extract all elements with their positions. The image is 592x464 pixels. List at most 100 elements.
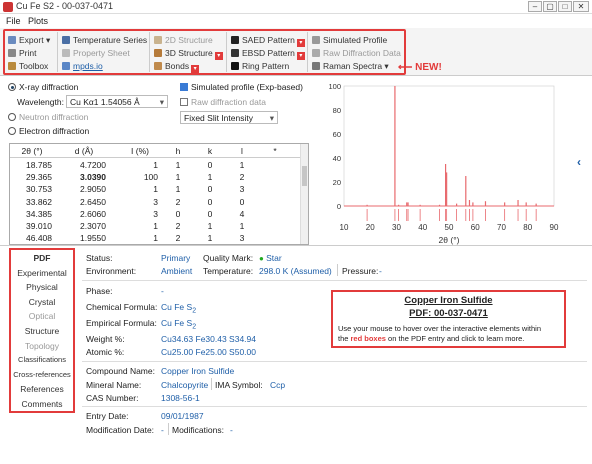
arrow-left-icon: ⟵ [398,62,416,73]
nav-item-optical[interactable]: Optical [11,311,73,321]
menu-file[interactable]: File [6,16,21,26]
chemical-formula-value[interactable]: Cu Fe S2 [161,302,196,315]
table-row[interactable]: 46.408 1.9550 1 2 1 3 [10,232,300,244]
table-scrollbar[interactable] [300,144,308,244]
mineral-name-value[interactable]: Chalcopyrite [161,380,208,390]
neutron-radio[interactable]: Neutron diffraction [8,112,88,122]
empirical-formula-value[interactable]: Cu Fe S2 [161,318,196,331]
nav-item-physical[interactable]: Physical [11,282,73,292]
wavelength-select[interactable]: Cu Kα1 1.54056 Å [66,95,168,108]
phase-label: Phase: [86,286,113,296]
mpds-link[interactable]: mpds.io [62,61,103,72]
column-header[interactable]: h [166,146,190,156]
electron-radio[interactable]: Electron diffraction [8,126,89,136]
nav-item-pdf[interactable]: PDF [11,253,73,263]
column-header[interactable]: l [230,146,254,156]
pressure-value[interactable]: - [379,266,382,276]
table-row[interactable]: 34.385 2.6060 3 0 0 4 [10,208,300,220]
app-icon [3,2,13,12]
nav-item-crystal[interactable]: Crystal [11,297,73,307]
callout-pdf-number: PDF: 00-037-0471 [409,308,488,319]
simulated-profile-checkbox[interactable]: Simulated profile (Exp-based) [180,82,303,92]
maximize-button[interactable]: □ [558,1,572,12]
bonds-button[interactable]: Bonds ▾ [154,61,200,73]
minimize-button[interactable]: – [528,1,542,12]
nav-item-comments[interactable]: Comments [11,399,73,409]
modifications-value[interactable]: - [230,425,233,435]
close-button[interactable]: ✕ [573,1,589,12]
wavelength-label: Wavelength: [17,97,64,107]
table-row[interactable]: 39.010 2.3070 1 2 1 1 [10,220,300,232]
table-cell: 100 [143,172,158,183]
property-sheet-button[interactable]: Property Sheet [62,48,130,59]
saed-icon [231,36,239,44]
menu-plots[interactable]: Plots [28,16,48,26]
temperature-icon [62,36,70,44]
toolbox-button[interactable]: Toolbox [8,61,48,72]
new-badge: ⟵ NEW! [398,62,442,73]
table-cell: 1 [239,160,245,170]
callout-text-line1: Use your mouse to hover over the interac… [338,324,542,333]
raw-diffraction-button[interactable]: Raw Diffraction Data [312,48,401,59]
x-tick-label: 50 [445,223,454,232]
nav-item-cross-references[interactable]: Cross-references [11,370,73,379]
x-tick-label: 40 [418,223,427,232]
compound-name-value[interactable]: Copper Iron Sulfide [161,366,234,376]
title-bar: Cu Fe S2 - 00-037-0471 – ▢ □ ✕ [0,0,592,14]
expand-arrow-icon[interactable]: ‹ [577,155,581,169]
column-header[interactable]: * [260,146,290,156]
xray-radio[interactable]: X-ray diffraction [8,82,78,92]
print-button[interactable]: Print [8,48,36,59]
column-header[interactable]: d (Å) [62,146,106,156]
status-value[interactable]: Primary [161,253,190,263]
y-tick-label: 40 [333,154,341,163]
raman-spectra-button[interactable]: Raman Spectra ▾ [312,61,389,72]
nav-item-classifications[interactable]: Classifications [11,355,73,364]
export-button[interactable]: Export ▾ [8,35,50,46]
column-header[interactable]: 2θ (°) [12,146,52,156]
table-row[interactable]: 18.785 4.7200 1 1 0 1 [10,159,300,171]
radio-icon [8,127,16,135]
table-row[interactable]: 29.365 3.0390 100 1 1 2 [10,171,300,183]
slit-select[interactable]: Fixed Slit Intensity [180,111,278,124]
nav-item-references[interactable]: References [11,384,73,394]
weight-value[interactable]: Cu34.63 Fe30.43 S34.94 [161,334,256,344]
table-cell: 2.6060 [80,208,106,219]
table-row[interactable]: 33.862 2.6450 3 2 0 0 [10,196,300,208]
nav-item-topology[interactable]: Topology [11,341,73,351]
table-cell: 3 [239,184,245,195]
scrollbar-thumb[interactable] [302,166,307,186]
chevron-down-icon: ▾ [191,65,200,73]
ebsd-pattern-button[interactable]: EBSD Pattern ▾ [231,48,305,60]
environment-value[interactable]: Ambient [161,266,192,276]
quality-value[interactable]: ● Star [259,253,282,263]
phase-value[interactable]: - [161,286,164,296]
modification-date-value[interactable]: - [161,425,164,435]
menu-bar: File Plots [0,14,592,28]
ima-symbol-value[interactable]: Ccp [270,380,285,390]
column-header[interactable]: I (%) [122,146,158,156]
nav-item-experimental[interactable]: Experimental [11,268,73,278]
nav-item-structure[interactable]: Structure [11,326,73,336]
cas-number-value[interactable]: 1308-56-1 [161,393,200,403]
entry-date-value[interactable]: 09/01/1987 [161,411,204,421]
temperature-series-button[interactable]: Temperature Series [62,35,147,46]
table-row[interactable]: 30.753 2.9050 1 1 0 3 [10,183,300,195]
structure-3d-button[interactable]: 3D Structure ▾ [154,48,223,60]
saed-pattern-button[interactable]: SAED Pattern ▾ [231,35,305,47]
table-cell: 2.6450 [80,196,106,207]
atomic-value[interactable]: Cu25.00 Fe25.00 S50.00 [161,347,256,357]
ring-pattern-button[interactable]: Ring Pattern [231,61,289,72]
mpds-icon [62,62,70,70]
table-cell: 46.408 [26,233,52,244]
table-cell: 3 [153,196,158,207]
raw-data-checkbox[interactable]: Raw diffraction data [180,97,266,107]
simulated-profile-button[interactable]: Simulated Profile [312,35,387,46]
table-cell: 0 [207,160,213,170]
column-header[interactable]: k [198,146,222,156]
temperature-value[interactable]: 298.0 K (Assumed) [259,266,332,276]
window-title: Cu Fe S2 - 00-037-0471 [16,1,114,11]
restore-button[interactable]: ▢ [543,1,557,12]
structure-2d-button[interactable]: 2D Structure [154,35,213,46]
table-cell: 1.9550 [80,233,106,244]
